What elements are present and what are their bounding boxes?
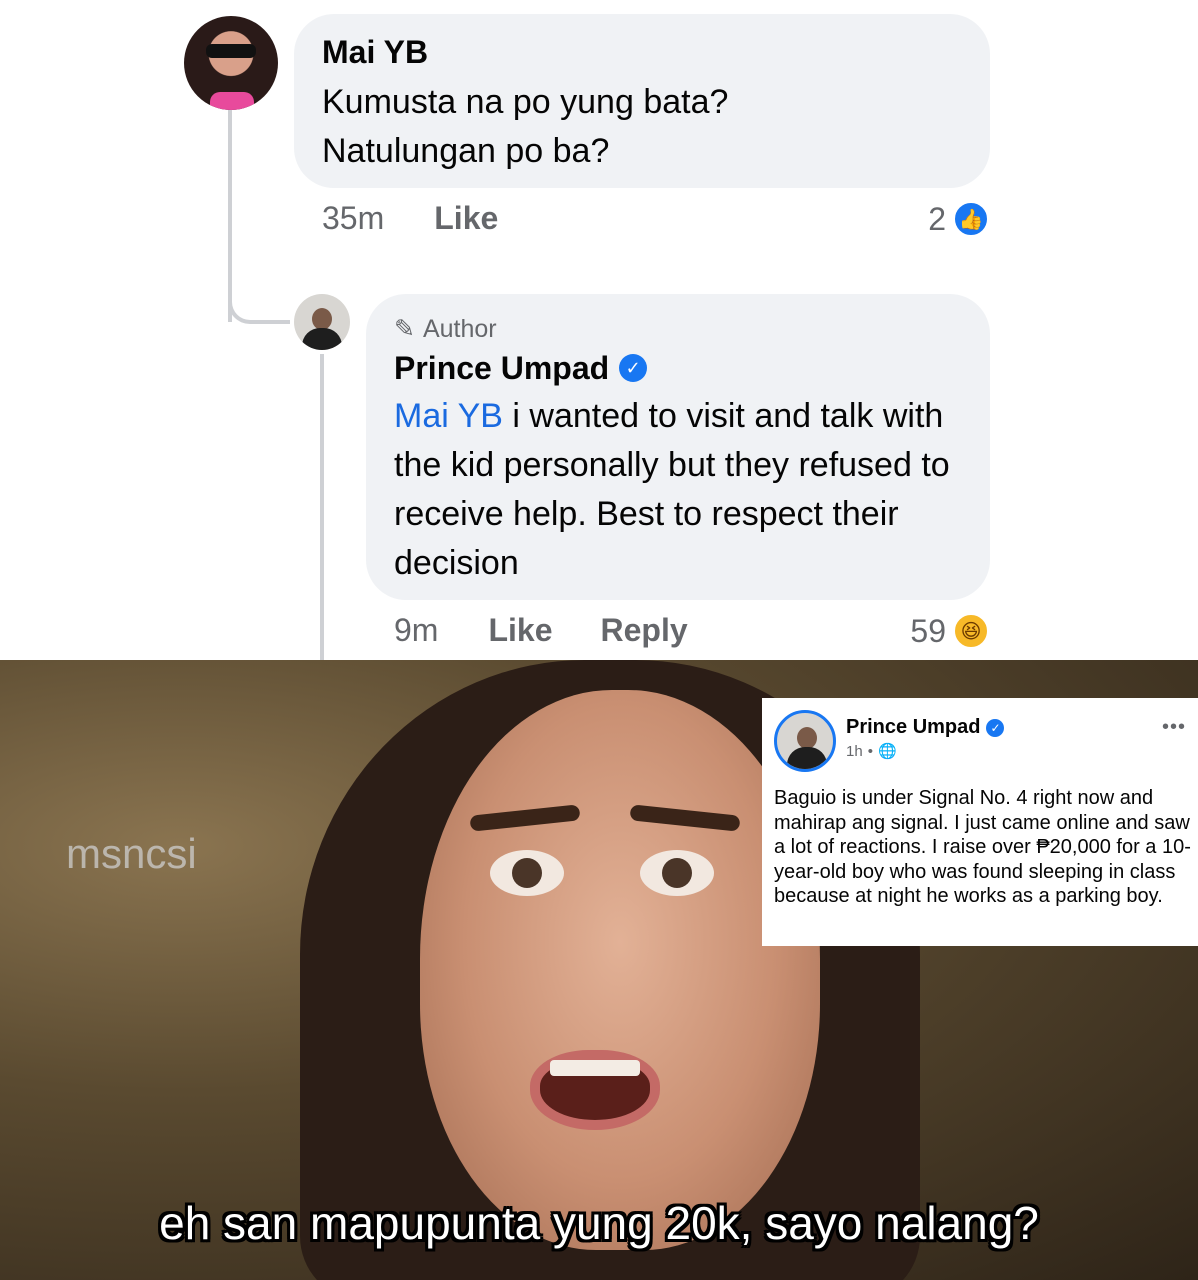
face-shape xyxy=(797,727,817,749)
thread-connector-line xyxy=(320,354,324,660)
reply-actions: 9m Like Reply xyxy=(394,612,736,649)
like-button[interactable]: Like xyxy=(488,612,552,649)
reply-button[interactable]: Reply xyxy=(600,612,687,649)
commenter-name[interactable]: Mai YB xyxy=(322,34,428,71)
meme-caption: eh san mapupunta yung 20k, sayo nalang? xyxy=(159,1197,1039,1249)
verified-badge-icon: ✓ xyxy=(986,718,1005,737)
mouth-shape xyxy=(530,1050,660,1130)
avatar-mai-yb[interactable] xyxy=(184,16,278,110)
like-button[interactable]: Like xyxy=(434,200,498,237)
comment-text: Kumusta na po yung bata? Natulungan po b… xyxy=(322,78,882,176)
facebook-post-card: Prince Umpad ✓ 1h • 🌐 ••• Baguio is unde… xyxy=(762,698,1198,946)
thread-connector-line xyxy=(228,108,232,322)
comment-text-line: Kumusta na po yung bata? xyxy=(322,83,729,121)
body-shape xyxy=(787,747,827,769)
body-shape xyxy=(302,328,342,350)
reaction-count: 59 xyxy=(910,612,946,649)
reaction-summary[interactable]: 59 😆 xyxy=(910,612,990,650)
post-author-name[interactable]: Prince Umpad xyxy=(846,716,980,739)
meme-image: msncsi Prince Umpad ✓ 1h • 🌐 ••• Baguio … xyxy=(0,660,1198,1280)
like-icon: 👍 xyxy=(952,200,990,238)
face-shape xyxy=(420,690,820,1250)
reaction-count: 2 xyxy=(928,200,946,237)
post-meta: 1h • 🌐 xyxy=(846,742,897,761)
face-shape xyxy=(312,308,332,330)
more-options-icon[interactable]: ••• xyxy=(1162,716,1186,739)
mention-link[interactable]: Mai YB xyxy=(394,397,503,435)
comment-text-line: Natulungan po ba? xyxy=(322,132,610,170)
eye-shape xyxy=(490,850,564,896)
globe-icon: 🌐 xyxy=(877,743,897,760)
replier-name-row: Prince Umpad ✓ xyxy=(394,346,648,390)
reaction-summary[interactable]: 2 👍 xyxy=(928,200,990,238)
reply-timestamp[interactable]: 9m xyxy=(394,612,438,649)
post-text: Baguio is under Signal No. 4 right now a… xyxy=(774,787,1191,908)
author-badge-label: Author xyxy=(422,314,497,343)
replier-name[interactable]: Prince Umpad xyxy=(394,350,609,387)
separator-dot: • xyxy=(867,742,873,760)
comment-thread: Mai YB Kumusta na po yung bata? Natulung… xyxy=(0,0,1198,660)
author-badge: ✎ Author xyxy=(394,312,497,346)
clothing-shape xyxy=(210,92,254,110)
pencil-icon: ✎ xyxy=(394,315,415,343)
thread-connector-elbow xyxy=(228,300,290,324)
watermark: msncsi xyxy=(66,830,197,877)
comment-timestamp[interactable]: 35m xyxy=(322,200,384,237)
post-timestamp[interactable]: 1h xyxy=(846,743,863,760)
eye-shape xyxy=(640,850,714,896)
comment-actions: 35m Like xyxy=(322,200,546,237)
post-author-row: Prince Umpad ✓ xyxy=(846,716,1005,739)
post-avatar[interactable] xyxy=(774,710,836,772)
sunglasses-shape xyxy=(206,44,256,58)
reply-text: Mai YB i wanted to visit and talk with t… xyxy=(394,392,974,588)
avatar-prince-umpad[interactable] xyxy=(294,294,350,350)
verified-badge-icon: ✓ xyxy=(619,354,648,382)
haha-icon: 😆 xyxy=(952,612,990,650)
